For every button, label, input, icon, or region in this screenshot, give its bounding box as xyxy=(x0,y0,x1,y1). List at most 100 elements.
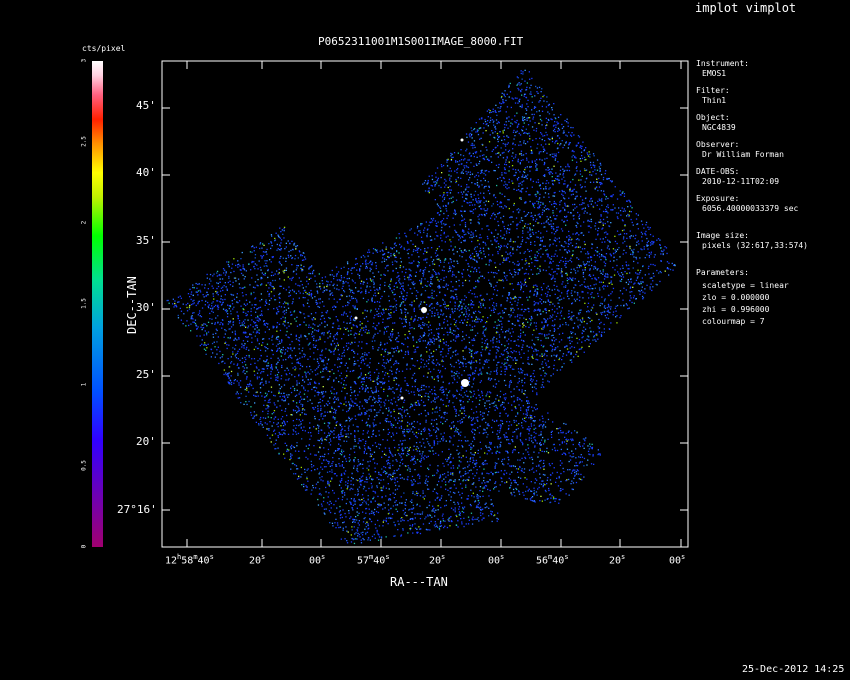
image-pixel xyxy=(499,192,501,194)
image-pixel xyxy=(458,506,461,508)
image-pixel xyxy=(353,542,356,545)
image-pixel xyxy=(479,396,481,398)
image-pixel xyxy=(304,430,306,432)
image-pixel xyxy=(467,307,469,309)
image-pixel xyxy=(497,166,500,169)
image-pixel xyxy=(439,370,442,372)
image-pixel xyxy=(468,381,471,383)
image-pixel xyxy=(414,469,416,471)
image-pixel xyxy=(565,242,567,244)
image-pixel xyxy=(527,174,529,176)
image-pixel xyxy=(382,318,384,320)
image-pixel xyxy=(435,172,437,174)
image-pixel xyxy=(442,205,445,207)
image-pixel xyxy=(492,293,495,295)
image-pixel xyxy=(479,456,481,458)
image-pixel xyxy=(348,295,351,297)
image-pixel xyxy=(343,379,345,382)
image-pixel xyxy=(333,353,335,355)
image-pixel xyxy=(545,490,547,493)
image-pixel xyxy=(385,308,387,310)
image-pixel xyxy=(551,339,553,342)
image-pixel xyxy=(567,469,569,471)
image-pixel xyxy=(384,367,386,369)
image-pixel xyxy=(274,404,276,406)
image-pixel xyxy=(486,427,488,429)
image-pixel xyxy=(565,166,567,168)
image-pixel xyxy=(384,351,386,353)
image-pixel xyxy=(349,405,351,407)
image-pixel xyxy=(627,279,629,281)
image-pixel xyxy=(517,189,520,191)
image-pixel xyxy=(410,428,412,430)
image-pixel xyxy=(354,435,356,437)
image-pixel xyxy=(420,327,422,329)
image-pixel xyxy=(197,283,199,285)
image-pixel xyxy=(605,317,608,319)
image-pixel xyxy=(276,325,278,327)
image-pixel xyxy=(535,325,537,327)
image-pixel xyxy=(359,321,361,323)
image-pixel xyxy=(550,497,552,499)
image-pixel xyxy=(317,402,320,404)
image-pixel xyxy=(589,275,592,277)
image-pixel xyxy=(283,226,286,228)
image-pixel xyxy=(511,396,513,398)
image-pixel xyxy=(568,278,570,281)
image-pixel xyxy=(234,355,237,357)
image-pixel xyxy=(335,275,338,277)
image-pixel xyxy=(526,109,528,111)
image-pixel xyxy=(287,240,289,242)
image-pixel xyxy=(421,293,423,295)
image-pixel xyxy=(250,333,252,336)
image-pixel xyxy=(320,315,323,317)
image-pixel xyxy=(290,453,292,455)
image-pixel xyxy=(367,372,370,374)
image-pixel xyxy=(539,265,541,267)
image-pixel xyxy=(528,277,531,279)
image-pixel xyxy=(339,510,341,512)
image-pixel xyxy=(548,223,550,226)
image-pixel xyxy=(403,318,405,320)
image-pixel xyxy=(383,401,385,403)
image-pixel xyxy=(494,272,496,274)
image-pixel xyxy=(510,381,512,383)
image-pixel xyxy=(441,327,443,329)
image-pixel xyxy=(541,133,543,135)
image-pixel xyxy=(532,357,534,359)
image-pixel xyxy=(264,272,266,274)
image-pixel xyxy=(508,161,510,163)
image-pixel xyxy=(422,253,425,255)
image-pixel xyxy=(303,259,305,261)
image-pixel xyxy=(240,305,242,307)
image-pixel xyxy=(430,218,433,220)
image-pixel xyxy=(523,210,525,213)
image-pixel xyxy=(495,128,497,130)
image-pixel xyxy=(335,377,337,379)
image-pixel xyxy=(275,232,277,234)
image-pixel xyxy=(393,252,395,255)
image-pixel xyxy=(557,289,559,291)
image-pixel xyxy=(437,179,439,181)
image-pixel xyxy=(368,415,370,417)
image-pixel xyxy=(520,409,522,411)
image-pixel xyxy=(281,366,283,368)
image-pixel xyxy=(429,338,431,340)
image-pixel xyxy=(358,438,360,440)
image-pixel xyxy=(389,494,391,496)
image-pixel xyxy=(440,486,442,488)
image-pixel xyxy=(419,513,422,515)
image-pixel xyxy=(318,493,320,495)
image-pixel xyxy=(435,272,437,274)
image-pixel xyxy=(423,366,425,368)
image-pixel xyxy=(525,410,528,412)
image-pixel xyxy=(500,305,502,307)
image-pixel xyxy=(479,425,481,427)
image-pixel xyxy=(521,400,523,402)
image-pixel xyxy=(507,151,510,153)
image-pixel xyxy=(577,264,580,266)
image-pixel xyxy=(277,422,279,424)
image-pixel xyxy=(545,269,547,272)
image-pixel xyxy=(400,291,402,293)
image-pixel xyxy=(215,332,217,335)
